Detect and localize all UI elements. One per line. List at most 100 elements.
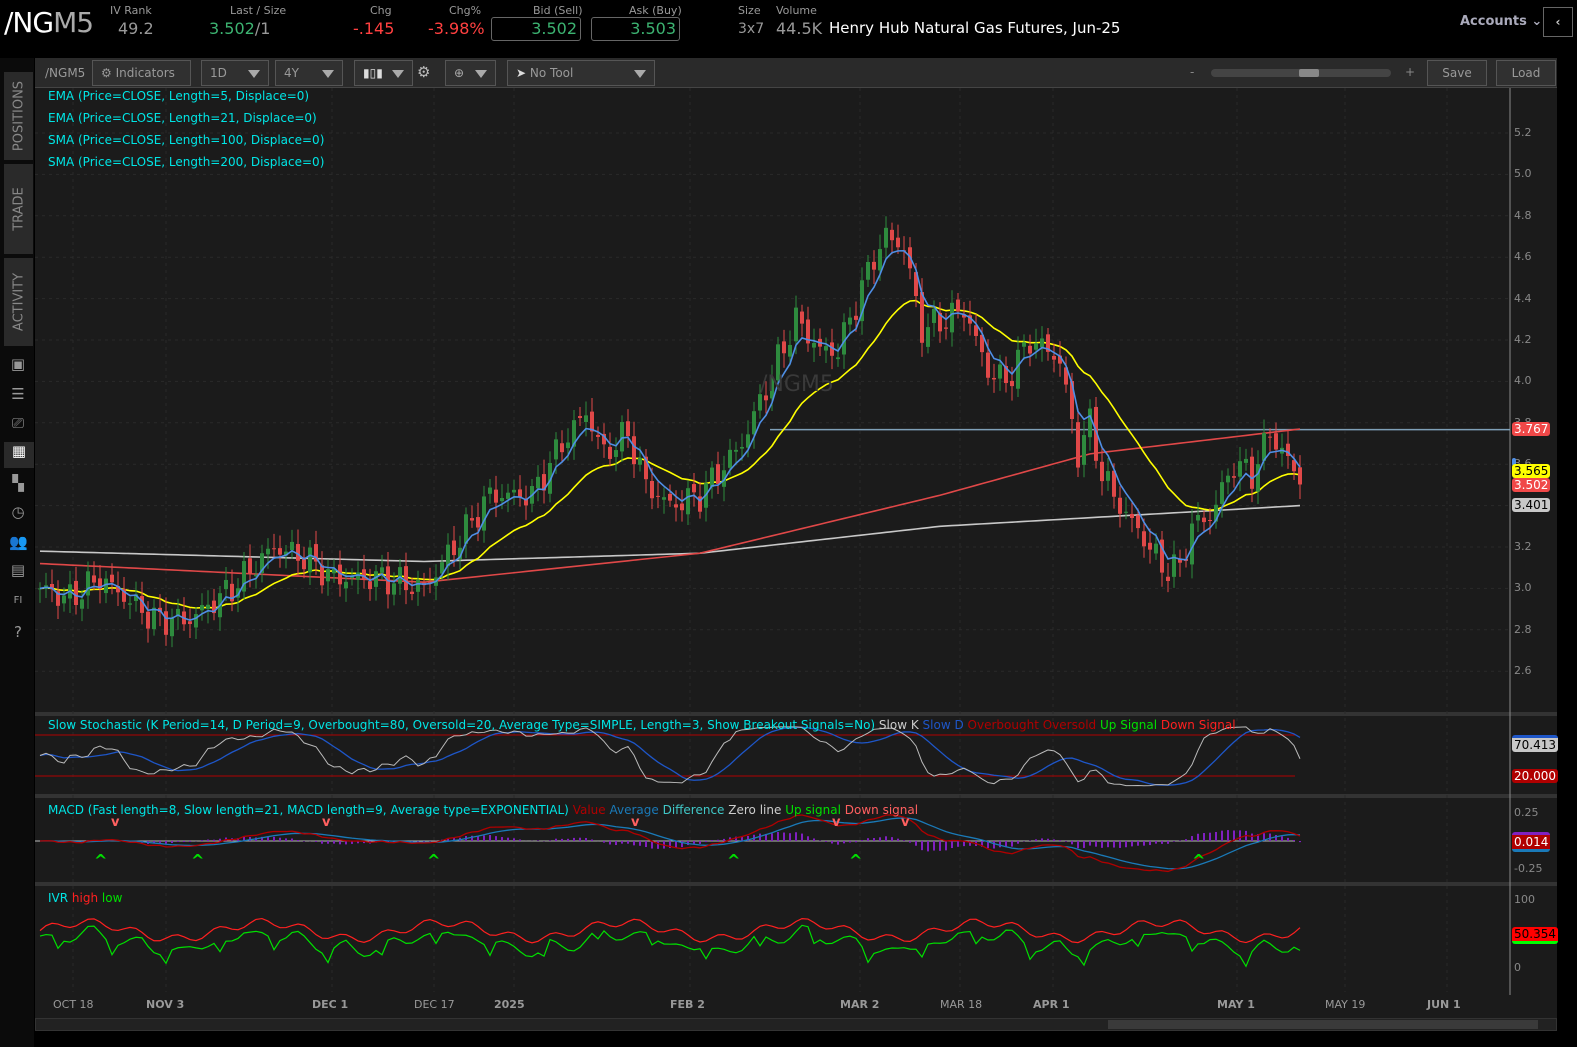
candle-body bbox=[566, 442, 570, 449]
ivr-title: IVR bbox=[48, 891, 69, 905]
candle-body bbox=[926, 327, 930, 347]
down-signal-arrow: v bbox=[111, 815, 120, 830]
ivr-tick: 100 bbox=[1514, 893, 1535, 906]
candle-body bbox=[578, 416, 582, 419]
up-signal-arrow: ^ bbox=[94, 851, 107, 870]
candle-body bbox=[794, 307, 798, 342]
price-axis-tick: 5.0 bbox=[1514, 167, 1532, 181]
candle-body bbox=[200, 605, 204, 611]
legend-difference: Difference bbox=[662, 803, 725, 817]
candle-body bbox=[626, 421, 630, 437]
candle-body bbox=[686, 488, 690, 515]
candle-body bbox=[1238, 461, 1242, 477]
candle-body bbox=[446, 544, 450, 567]
legend-overbought: Overbought bbox=[967, 718, 1039, 732]
candle-body bbox=[1124, 511, 1128, 513]
candle-body bbox=[1136, 515, 1140, 529]
stochastic-header[interactable]: Slow Stochastic (K Period=14, D Period=9… bbox=[48, 718, 1236, 732]
candle-body bbox=[560, 443, 564, 453]
price-axis-tick: 4.8 bbox=[1514, 208, 1532, 222]
price-axis-tick: 4.2 bbox=[1514, 333, 1532, 346]
macd-header[interactable]: MACD (Fast length=8, Slow length=21, MAC… bbox=[48, 803, 918, 817]
candle-body bbox=[296, 544, 300, 561]
candle-body bbox=[92, 575, 96, 583]
candle-body bbox=[662, 497, 666, 500]
candle-body bbox=[470, 518, 474, 521]
candle-body bbox=[710, 467, 714, 487]
study-label-sma200[interactable]: SMA (Price=CLOSE, Length=200, Displace=0… bbox=[48, 155, 324, 169]
candle-body bbox=[956, 299, 960, 312]
candle-body bbox=[110, 574, 114, 583]
candle-body bbox=[1250, 456, 1254, 489]
candle-body bbox=[836, 357, 840, 360]
candle-body bbox=[248, 558, 252, 574]
candle-body bbox=[1256, 464, 1260, 492]
legend-down-signal: Down Signal bbox=[1160, 718, 1236, 732]
date-axis-tick: APR 1 bbox=[1033, 998, 1070, 1011]
down-signal-arrow: v bbox=[901, 815, 910, 830]
candle-body bbox=[680, 503, 684, 511]
legend-up-signal: Up Signal bbox=[1099, 718, 1158, 732]
ivr-header[interactable]: IVR high low bbox=[48, 891, 122, 905]
candle-body bbox=[536, 476, 540, 489]
candle-body bbox=[614, 450, 618, 457]
candle-body bbox=[1118, 497, 1122, 514]
candle-body bbox=[986, 352, 990, 378]
candle-body bbox=[854, 315, 858, 320]
down-signal-arrow: v bbox=[832, 815, 841, 830]
candle-body bbox=[932, 308, 936, 323]
candle-body bbox=[782, 341, 786, 354]
sma200-price-tag: 3.401 bbox=[1512, 498, 1551, 512]
candle-body bbox=[224, 579, 228, 590]
candle-body bbox=[1106, 471, 1110, 481]
price-axis-tick: 4.0 bbox=[1514, 374, 1532, 388]
candle-body bbox=[164, 611, 168, 635]
date-axis-tick: FEB 2 bbox=[670, 998, 705, 1011]
candle-body bbox=[848, 317, 852, 325]
date-axis-tick: MAR 2 bbox=[840, 998, 880, 1011]
price-axis-tick: 3.2 bbox=[1514, 540, 1532, 553]
candle-body bbox=[488, 487, 492, 494]
candle-body bbox=[170, 617, 174, 637]
stochastic-title: Slow Stochastic (K Period=14, D Period=9… bbox=[48, 718, 876, 732]
price-axis-tick: 2.6 bbox=[1514, 664, 1532, 678]
candle-body bbox=[500, 498, 504, 502]
candle-body bbox=[632, 436, 636, 465]
candle-body bbox=[344, 581, 348, 589]
candle-body bbox=[1244, 458, 1248, 463]
candle-body bbox=[1088, 408, 1092, 438]
candle-body bbox=[716, 464, 720, 484]
ema21-price-tag: 3.565 bbox=[1512, 464, 1551, 478]
candle-body bbox=[326, 569, 330, 582]
candle-body bbox=[872, 261, 876, 270]
candle-body bbox=[884, 227, 888, 248]
study-label-ema21[interactable]: EMA (Price=CLOSE, Length=21, Displace=0) bbox=[48, 111, 317, 125]
date-axis-tick: MAY 1 bbox=[1217, 998, 1255, 1011]
legend-slow-d: Slow D bbox=[922, 718, 964, 732]
candle-body bbox=[944, 327, 948, 329]
candle-body bbox=[1076, 422, 1080, 468]
study-label-ema5[interactable]: EMA (Price=CLOSE, Length=5, Displace=0) bbox=[48, 89, 309, 103]
candle-body bbox=[668, 493, 672, 501]
candle-body bbox=[950, 302, 954, 333]
scrollbar-thumb[interactable] bbox=[1108, 1020, 1538, 1029]
down-signal-arrow: v bbox=[631, 815, 640, 830]
candle-body bbox=[608, 446, 612, 459]
horizontal-scrollbar[interactable] bbox=[35, 1018, 1557, 1031]
candle-body bbox=[368, 581, 372, 590]
up-signal-arrow: ^ bbox=[1192, 851, 1205, 870]
candle-body bbox=[380, 567, 384, 573]
ivr-value-tag: 50.354 bbox=[1512, 927, 1558, 944]
study-label-sma100[interactable]: SMA (Price=CLOSE, Length=100, Displace=0… bbox=[48, 133, 324, 147]
candle-body bbox=[1052, 355, 1056, 360]
price-axis-tick: 2.8 bbox=[1514, 622, 1532, 636]
stoch-oversold-tag: 20.000 bbox=[1512, 769, 1558, 783]
candle-body bbox=[590, 411, 594, 432]
candle-body bbox=[410, 591, 414, 595]
last-price-tag: 3.502 bbox=[1512, 478, 1551, 492]
candle-body bbox=[86, 571, 90, 596]
candle-body bbox=[320, 565, 324, 586]
candle-body bbox=[650, 480, 654, 499]
legend-high: high bbox=[71, 891, 99, 905]
date-axis-tick: JUN 1 bbox=[1427, 998, 1461, 1011]
